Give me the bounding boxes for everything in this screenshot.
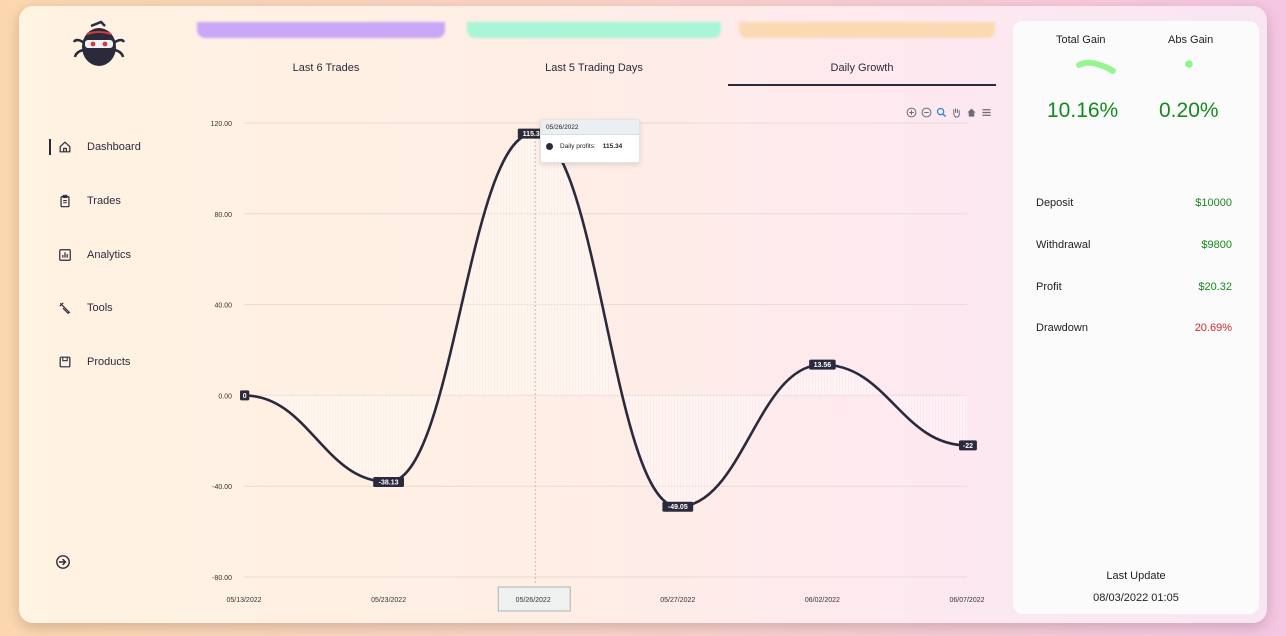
- stat-value: 20.69%: [1194, 322, 1232, 334]
- top-card-purple: [197, 22, 445, 38]
- y-tick-label: 80.00: [214, 212, 232, 219]
- stat-row-profit: Profit $20.32: [1036, 281, 1232, 293]
- sidebar-item-dashboard[interactable]: Dashboard: [49, 135, 209, 159]
- y-tick-label: 120.00: [211, 121, 233, 128]
- chart-tabs: Last 6 Trades Last 5 Trading Days Daily …: [192, 54, 996, 86]
- data-label: -49.05: [668, 504, 688, 511]
- wrench-icon: [59, 302, 71, 315]
- x-tick-label: 06/02/2022: [805, 597, 840, 604]
- stat-label: Drawdown: [1036, 322, 1088, 334]
- x-tick-label: 06/07/2022: [949, 597, 984, 604]
- daily-growth-chart[interactable]: 120.00 80.00 40.00 0.00 -40.00 -80.00 0 -38.13 1…: [204, 102, 1004, 617]
- tab-daily-growth[interactable]: Daily Growth: [728, 54, 996, 86]
- x-tick-label: 05/13/2022: [226, 597, 261, 604]
- sidebar-item-label: Tools: [87, 302, 113, 314]
- sidebar-item-products[interactable]: Products: [49, 350, 209, 374]
- top-card-green: [467, 22, 721, 38]
- data-label: -38.13: [379, 479, 399, 486]
- stat-value: $9800: [1201, 239, 1232, 251]
- sidebar-item-label: Dashboard: [87, 141, 141, 153]
- ninja-logo: [72, 20, 126, 66]
- home-icon: [59, 141, 71, 153]
- y-tick-label: -40.00: [212, 484, 232, 491]
- x-tick-label: 05/27/2022: [660, 597, 695, 604]
- total-gain-sparkline: [1076, 59, 1116, 74]
- stat-label: Deposit: [1036, 197, 1074, 209]
- sidebar-item-label: Trades: [87, 195, 121, 207]
- tab-last-5-trading-days[interactable]: Last 5 Trading Days: [460, 54, 728, 86]
- data-label: -22: [963, 443, 973, 450]
- stat-label: Withdrawal: [1036, 239, 1091, 251]
- clipboard-icon: [60, 194, 70, 208]
- sidebar-item-analytics[interactable]: Analytics: [49, 243, 209, 267]
- last-update-label: Last Update: [1106, 570, 1166, 582]
- stat-row-withdrawal: Withdrawal $9800: [1036, 239, 1232, 251]
- abs-gain-value: 0.20%: [1159, 99, 1219, 122]
- total-gain-label: Total Gain: [1056, 34, 1106, 46]
- tooltip-date: 05/26/2022: [541, 120, 639, 135]
- sidebar-item-trades[interactable]: Trades: [49, 189, 209, 213]
- app-window: Dashboard Trades Analytics Tools Product…: [19, 6, 1267, 623]
- tooltip-series-dot: [546, 143, 553, 150]
- chart-tooltip: 05/26/2022 Daily profits: 115.34: [540, 119, 640, 163]
- sidebar-item-label: Analytics: [87, 249, 132, 261]
- stat-row-drawdown: Drawdown 20.69%: [1036, 322, 1232, 334]
- abs-gain-label: Abs Gain: [1168, 34, 1214, 46]
- tooltip-value: 115.34: [602, 143, 623, 150]
- y-tick-label: -80.00: [212, 575, 232, 582]
- x-tick-label: 05/23/2022: [371, 597, 406, 604]
- total-gain-value: 10.16%: [1047, 99, 1119, 122]
- box-icon: [59, 356, 71, 368]
- tab-last-6-trades[interactable]: Last 6 Trades: [192, 54, 460, 86]
- stat-value: $10000: [1195, 197, 1232, 209]
- data-label: 13.56: [814, 362, 832, 369]
- y-tick-label: 40.00: [214, 303, 232, 310]
- active-indicator: [49, 139, 51, 155]
- y-tick-label: 0.00: [218, 393, 232, 400]
- stat-value: $20.32: [1198, 281, 1232, 293]
- logout-icon[interactable]: [55, 554, 71, 570]
- sidebar-item-tools[interactable]: Tools: [49, 296, 209, 320]
- stat-row-deposit: Deposit $10000: [1036, 197, 1232, 209]
- top-card-orange: [739, 22, 995, 38]
- bar-chart-icon: [59, 249, 71, 261]
- sidebar-item-label: Products: [87, 356, 131, 368]
- last-update-value: 08/03/2022 01:05: [1093, 592, 1179, 604]
- summary-panel: Total Gain Abs Gain 10.16% 0.20% Deposit…: [1013, 21, 1259, 614]
- data-label: 0: [243, 393, 247, 400]
- abs-gain-sparkline: [1185, 60, 1193, 68]
- x-tick-label: 05/26/2022: [516, 597, 551, 604]
- stat-label: Profit: [1036, 281, 1062, 293]
- tooltip-series-label: Daily profits:: [560, 143, 596, 150]
- area-hatching: [244, 133, 967, 507]
